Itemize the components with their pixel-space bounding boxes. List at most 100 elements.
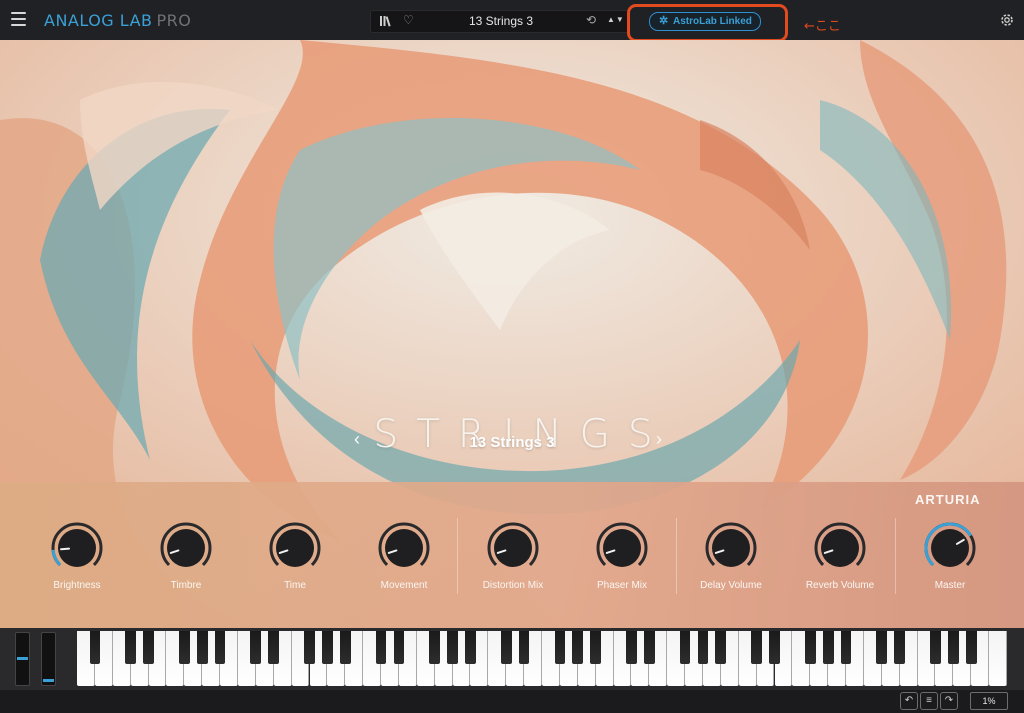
black-key[interactable]: [804, 631, 816, 664]
black-key[interactable]: [89, 631, 101, 664]
knob-reverb-volume[interactable]: Reverb Volume: [790, 522, 890, 591]
knob-brightness[interactable]: Brightness: [27, 522, 127, 591]
knob-label: Reverb Volume: [805, 580, 875, 591]
black-key[interactable]: [447, 631, 458, 664]
black-key[interactable]: [876, 631, 888, 664]
black-key[interactable]: [643, 631, 655, 664]
black-key[interactable]: [178, 631, 190, 664]
history-button[interactable]: ≡: [920, 692, 938, 710]
knob-dial[interactable]: [160, 522, 212, 574]
knob-delay-volume[interactable]: Delay Volume: [681, 522, 781, 591]
library-icon[interactable]: [379, 14, 393, 28]
astrolab-linked-button[interactable]: ✲ AstroLab Linked: [649, 12, 761, 31]
knob-timbre[interactable]: Timbre: [136, 522, 236, 591]
knob-body: [931, 529, 969, 567]
black-key[interactable]: [965, 631, 977, 664]
section-divider: [895, 518, 896, 594]
black-key[interactable]: [679, 631, 691, 664]
previous-preset-button[interactable]: ‹: [354, 429, 360, 450]
app-title: ANALOG LAB PRO: [44, 11, 191, 30]
knob-label: Time: [284, 580, 306, 591]
pitch-wheel[interactable]: [15, 632, 30, 686]
current-preset-name[interactable]: 13 Strings 3: [431, 14, 571, 28]
black-key[interactable]: [626, 631, 637, 664]
black-key[interactable]: [304, 631, 315, 664]
black-key[interactable]: [429, 631, 441, 664]
knob-dial[interactable]: [924, 522, 976, 574]
brand-name: ANALOG LAB: [44, 11, 153, 30]
knob-distortion-mix[interactable]: Distortion Mix: [463, 522, 563, 591]
gear-icon[interactable]: [999, 12, 1015, 28]
knob-label: Timbre: [170, 580, 202, 591]
black-key[interactable]: [930, 631, 941, 664]
black-key[interactable]: [339, 631, 351, 664]
black-key[interactable]: [143, 631, 154, 664]
knob-dial[interactable]: [487, 522, 539, 574]
knob-body: [385, 529, 423, 567]
black-key[interactable]: [769, 631, 780, 664]
black-key[interactable]: [894, 631, 906, 664]
black-key[interactable]: [500, 631, 512, 664]
annotation-note: ←ここ: [804, 19, 841, 34]
preset-title: 13 Strings 3: [469, 434, 555, 451]
preset-browser-bar[interactable]: ♡ 13 Strings 3 ⟲ ▲▼: [370, 10, 629, 33]
black-key[interactable]: [250, 631, 262, 664]
black-key[interactable]: [518, 631, 530, 664]
mod-wheel[interactable]: [41, 632, 56, 686]
black-key[interactable]: [375, 631, 387, 664]
top-bar: ANALOG LAB PRO ♡ 13 Strings 3 ⟲ ▲▼ ✲ Astr…: [0, 0, 1024, 41]
next-preset-button[interactable]: ›: [656, 429, 662, 450]
black-key[interactable]: [465, 631, 476, 664]
link-star-icon: ✲: [659, 15, 669, 27]
black-key[interactable]: [572, 631, 584, 664]
preset-prev-next-arrows[interactable]: ▲▼: [607, 15, 625, 24]
knob-label: Distortion Mix: [482, 580, 544, 591]
white-key[interactable]: [989, 631, 1007, 686]
black-key[interactable]: [554, 631, 566, 664]
black-key[interactable]: [822, 631, 834, 664]
knob-dial[interactable]: [705, 522, 757, 574]
knob-body: [712, 529, 750, 567]
knob-body: [494, 529, 532, 567]
black-key[interactable]: [125, 631, 136, 664]
knob-body: [603, 529, 641, 567]
black-key[interactable]: [196, 631, 208, 664]
knob-dial[interactable]: [51, 522, 103, 574]
black-key[interactable]: [268, 631, 280, 664]
black-key[interactable]: [840, 631, 852, 664]
black-key[interactable]: [697, 631, 709, 664]
knob-dial[interactable]: [378, 522, 430, 574]
knob-body: [276, 529, 314, 567]
status-bar: [0, 690, 1024, 713]
knob-body: [58, 529, 96, 567]
black-key[interactable]: [214, 631, 226, 664]
black-key[interactable]: [947, 631, 959, 664]
knob-movement[interactable]: Movement: [354, 522, 454, 591]
black-key[interactable]: [715, 631, 727, 664]
black-key[interactable]: [751, 631, 762, 664]
section-divider: [457, 518, 458, 594]
arturia-logo: ARTURIA: [915, 492, 981, 507]
compare-icon[interactable]: ⟲: [586, 13, 596, 27]
menu-icon[interactable]: [11, 12, 26, 26]
knob-label: Master: [934, 580, 966, 591]
undo-button[interactable]: ↶: [900, 692, 918, 710]
knob-label: Delay Volume: [700, 580, 762, 591]
black-key[interactable]: [322, 631, 333, 664]
heart-icon[interactable]: ♡: [403, 13, 414, 27]
knob-pointer: [60, 547, 71, 551]
section-divider: [676, 518, 677, 594]
knob-label: Phaser Mix: [596, 580, 647, 591]
knob-master[interactable]: Master: [900, 522, 1000, 591]
astrolab-label: AstroLab Linked: [673, 16, 752, 27]
knob-dial[interactable]: [269, 522, 321, 574]
knob-label: Movement: [380, 580, 428, 591]
knob-time[interactable]: Time: [245, 522, 345, 591]
black-key[interactable]: [393, 631, 405, 664]
piano-keyboard[interactable]: [77, 631, 1007, 686]
knob-dial[interactable]: [814, 522, 866, 574]
knob-phaser-mix[interactable]: Phaser Mix: [572, 522, 672, 591]
knob-dial[interactable]: [596, 522, 648, 574]
black-key[interactable]: [590, 631, 601, 664]
redo-button[interactable]: ↷: [940, 692, 958, 710]
